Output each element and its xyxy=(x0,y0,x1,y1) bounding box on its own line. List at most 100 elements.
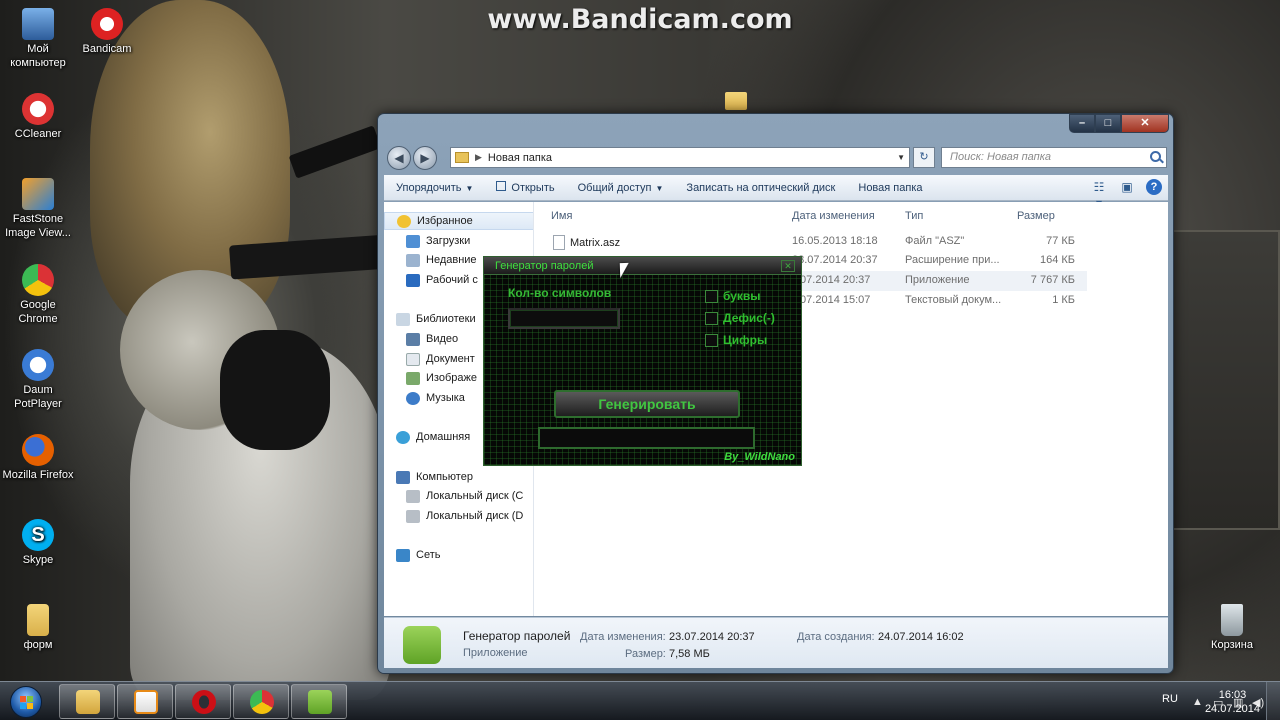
desktop-icon-bandicam[interactable]: Bandicam xyxy=(71,8,143,56)
recycle-bin-icon xyxy=(1221,604,1243,636)
open-button[interactable]: Открыть xyxy=(484,181,565,194)
desktop-icon-skype[interactable]: S Skype xyxy=(2,519,74,567)
nav-network[interactable]: Сеть xyxy=(384,546,533,564)
chevron-down-icon[interactable]: ▼ xyxy=(897,153,905,162)
file-icon xyxy=(553,235,565,250)
generator-titlebar[interactable]: Генератор паролей ✕ xyxy=(484,257,801,275)
desktop-icon-my-computer[interactable]: Мой компьютер xyxy=(2,8,74,70)
minimize-button[interactable]: – xyxy=(1069,114,1095,133)
file-date: 16.05.2013 18:18 xyxy=(792,235,878,247)
refresh-button[interactable]: ↻ xyxy=(913,147,935,168)
char-count-input[interactable] xyxy=(508,308,620,329)
file-row[interactable]: Matrix.asz 16.05.2013 18:18 Файл "ASZ" 7… xyxy=(547,232,1087,252)
android-app-icon xyxy=(403,626,441,664)
open-icon xyxy=(496,181,507,191)
window-controls: – □ ✕ xyxy=(1069,114,1169,133)
file-date: 23.07.2014 20:37 xyxy=(792,254,878,266)
burn-disc-button[interactable]: Записать на оптический диск xyxy=(674,182,846,194)
search-icon[interactable] xyxy=(1150,151,1161,162)
nav-disk-c[interactable]: Локальный диск (C xyxy=(384,487,533,505)
file-date: .07.2014 15:07 xyxy=(797,294,871,306)
file-type: Расширение при... xyxy=(905,254,1000,266)
column-header-type[interactable]: Тип xyxy=(905,210,923,222)
taskbar-password-generator[interactable] xyxy=(291,684,347,719)
details-created-value: 24.07.2014 16:02 xyxy=(878,631,964,643)
preview-pane-icon[interactable]: ▣ xyxy=(1118,179,1136,195)
windows-logo-icon xyxy=(10,686,42,718)
generate-button[interactable]: Генерировать xyxy=(554,390,740,418)
generator-title: Генератор паролей xyxy=(495,260,594,272)
column-header-date[interactable]: Дата изменения xyxy=(792,210,875,222)
checkbox-icon xyxy=(705,289,718,303)
taskbar: RU ▲ ▭ ▥ ◀) 16:03 24.07.2014 xyxy=(0,681,1280,720)
chrome-icon xyxy=(22,264,54,296)
password-output-field[interactable] xyxy=(538,427,755,449)
file-type: Приложение xyxy=(905,274,970,286)
details-size-label: Размер: xyxy=(625,648,666,660)
nav-downloads[interactable]: Загрузки xyxy=(384,232,533,250)
downloads-icon xyxy=(406,234,420,248)
file-type: Текстовый докум... xyxy=(905,294,1002,306)
close-button[interactable]: ✕ xyxy=(1121,114,1169,133)
start-button[interactable] xyxy=(2,683,52,720)
file-size: 7 767 КБ xyxy=(1030,274,1075,286)
taskbar-chrome[interactable] xyxy=(233,684,289,719)
close-icon[interactable]: ✕ xyxy=(781,260,795,272)
hyphen-checkbox[interactable]: Дефис(-) xyxy=(705,311,775,325)
digits-checkbox[interactable]: Цифры xyxy=(705,333,767,347)
details-created-label: Дата создания: xyxy=(797,631,875,643)
view-options-icon[interactable]: ☷ ▾ xyxy=(1090,179,1108,210)
taskbar-opera[interactable] xyxy=(175,684,231,719)
show-desktop-button[interactable] xyxy=(1266,682,1280,720)
star-icon xyxy=(397,214,411,228)
language-indicator[interactable]: RU xyxy=(1162,693,1178,705)
desktop-icon-recycle-bin[interactable]: Корзина xyxy=(1196,604,1268,652)
search-placeholder: Поиск: Новая папка xyxy=(950,151,1052,163)
tray-expand-icon[interactable]: ▲ xyxy=(1192,696,1203,708)
clock[interactable]: 16:03 24.07.2014 xyxy=(1205,688,1260,716)
column-header-name[interactable]: Имя xyxy=(551,210,572,222)
search-input[interactable]: Поиск: Новая папка xyxy=(941,147,1167,168)
opera-icon xyxy=(192,690,216,714)
details-size-value: 7,58 МБ xyxy=(669,648,710,660)
desktop-icon-firefox[interactable]: Mozilla Firefox xyxy=(2,434,74,482)
column-header-size[interactable]: Размер xyxy=(1017,210,1055,222)
back-button[interactable]: ◀ xyxy=(387,146,411,170)
desktop-icon-faststone[interactable]: FastStone Image View... xyxy=(2,178,74,240)
taskbar-explorer[interactable] xyxy=(59,684,115,719)
computer-icon xyxy=(22,8,54,40)
wallpaper-glove xyxy=(220,330,330,450)
desktop-icon-ccleaner[interactable]: CCleaner xyxy=(2,93,74,141)
documents-icon xyxy=(406,352,420,366)
password-generator-window: Генератор паролей ✕ Кол-во символов букв… xyxy=(483,256,802,466)
letters-checkbox[interactable]: буквы xyxy=(705,289,761,303)
faststone-icon xyxy=(22,178,54,210)
address-text: Новая папка xyxy=(487,151,553,164)
library-icon xyxy=(396,312,410,326)
potplayer-icon xyxy=(22,349,54,381)
forward-button[interactable]: ▶ xyxy=(413,146,437,170)
music-icon xyxy=(406,391,420,405)
address-bar[interactable]: ▶ Новая папка ▼ xyxy=(450,147,910,168)
mouse-cursor-icon xyxy=(619,262,630,279)
organize-button[interactable]: Упорядочить ▼ xyxy=(384,182,484,194)
desktop-icon-chrome[interactable]: Google Chrome xyxy=(2,264,74,326)
nav-disk-d[interactable]: Локальный диск (D xyxy=(384,507,533,525)
maximize-button[interactable]: □ xyxy=(1095,114,1121,133)
clock-date: 24.07.2014 xyxy=(1204,703,1260,715)
help-icon[interactable]: ? xyxy=(1146,179,1162,195)
desktop-folder-icon[interactable] xyxy=(725,92,747,110)
desktop-icon-folder[interactable]: форм xyxy=(2,604,74,652)
nav-computer[interactable]: Компьютер xyxy=(384,468,533,486)
command-bar: Упорядочить ▼ Открыть Общий доступ ▼ Запис… xyxy=(384,175,1168,210)
checkbox-icon xyxy=(705,311,718,325)
firefox-icon xyxy=(22,434,54,466)
desktop-icon-potplayer[interactable]: Daum PotPlayer xyxy=(2,349,74,411)
skype-icon: S xyxy=(22,519,54,551)
share-button[interactable]: Общий доступ ▼ xyxy=(566,182,675,194)
nav-favorites[interactable]: Избранное xyxy=(384,212,533,230)
android-icon xyxy=(308,690,332,714)
file-name: Matrix.asz xyxy=(570,236,621,249)
taskbar-media-player[interactable] xyxy=(117,684,173,719)
new-folder-button[interactable]: Новая папка xyxy=(846,182,933,194)
